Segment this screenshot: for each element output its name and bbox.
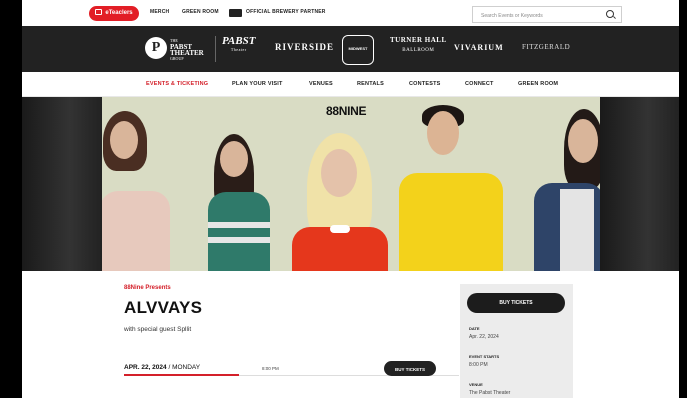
date-underline — [124, 374, 239, 376]
turner-logo-main: TURNER HALL — [390, 36, 447, 44]
search-input[interactable] — [479, 9, 601, 22]
event-guest: with special guest Spllit — [124, 326, 192, 333]
venue-badge-logo[interactable]: MIDWEST — [342, 35, 374, 65]
turner-hall-logo[interactable]: TURNER HALL BALLROOM — [390, 36, 447, 53]
badge-text: MIDWEST — [348, 46, 368, 51]
nav-events-ticketing[interactable]: EVENTS & TICKETING — [146, 81, 208, 87]
merch-link[interactable]: MERCH — [150, 9, 169, 15]
pabst-logo-main: PABST — [222, 35, 256, 47]
logo-divider — [215, 36, 216, 62]
pabst-logo-sub: Theater — [230, 47, 247, 52]
buy-tickets-button[interactable]: BUY TICKETS — [467, 293, 565, 313]
nav-connect[interactable]: CONNECT — [465, 81, 494, 87]
brewery-partner-link[interactable]: OFFICIAL BREWERY PARTNER — [246, 9, 326, 15]
event-date-row: APR. 22, 2024 / MONDAY — [124, 364, 200, 371]
nav-green-room[interactable]: GREEN ROOM — [518, 81, 558, 87]
event-hero: 88NINE — [22, 97, 679, 271]
buy-tickets-button-row[interactable]: BUY TICKETS — [384, 361, 436, 376]
event-starts-label: EVENT STARTS — [469, 354, 500, 359]
green-room-link[interactable]: GREEN ROOM — [182, 9, 219, 15]
turner-logo-sub: BALLROOM — [402, 48, 435, 53]
vivarium-logo[interactable]: VIVARIUM — [454, 43, 504, 52]
page-frame: eTeaclers MERCH GREEN ROOM OFFICIAL BREW… — [22, 0, 679, 398]
account-button[interactable]: eTeaclers — [89, 6, 139, 21]
pabst-theater-logo[interactable]: PABST Theater — [222, 35, 256, 53]
venue-logo-bar: P THE PABST THEATER GROUP PABST Theater … — [22, 26, 679, 72]
event-weekday: / MONDAY — [168, 364, 201, 371]
main-nav: EVENTS & TICKETING PLAN YOUR VISIT VENUE… — [22, 72, 679, 97]
nav-contests[interactable]: CONTESTS — [409, 81, 441, 87]
nav-venues[interactable]: VENUES — [309, 81, 333, 87]
hero-blur-left — [22, 97, 102, 271]
account-button-label: eTeaclers — [105, 10, 133, 16]
nav-plan-your-visit[interactable]: PLAN YOUR VISIT — [232, 81, 283, 87]
event-title: ALVVAYS — [124, 298, 203, 317]
brewery-logo-icon — [229, 9, 242, 17]
venue-value[interactable]: The Pabst Theater — [469, 390, 510, 396]
riverside-theater-logo[interactable]: RIVERSIDE — [275, 42, 334, 52]
band-photo: 88NINE — [102, 97, 600, 271]
date-label: DATE — [469, 326, 480, 331]
event-date: APR. 22, 2024 — [124, 364, 167, 371]
event-starts-value: 8:00 PM — [469, 362, 488, 368]
event-presenter: 88Nine Presents — [124, 285, 171, 291]
hero-brand-mark: 88NINE — [326, 104, 367, 118]
nav-rentals[interactable]: RENTALS — [357, 81, 384, 87]
event-time: 8:00 PM — [262, 366, 279, 371]
pabst-p-icon: P — [145, 37, 167, 59]
search-box[interactable] — [472, 6, 622, 23]
venue-label: VENUE — [469, 382, 483, 387]
hero-blur-right — [600, 97, 679, 271]
search-icon[interactable] — [606, 10, 614, 18]
utility-bar: eTeaclers MERCH GREEN ROOM OFFICIAL BREW… — [22, 0, 679, 27]
event-details-sidebar: BUY TICKETS DATE Apr. 22, 2024 EVENT STA… — [460, 284, 573, 398]
date-value: Apr. 22, 2024 — [469, 334, 499, 340]
ticket-icon — [95, 9, 103, 15]
fitzgerald-logo[interactable]: FITZGERALD — [522, 43, 570, 51]
